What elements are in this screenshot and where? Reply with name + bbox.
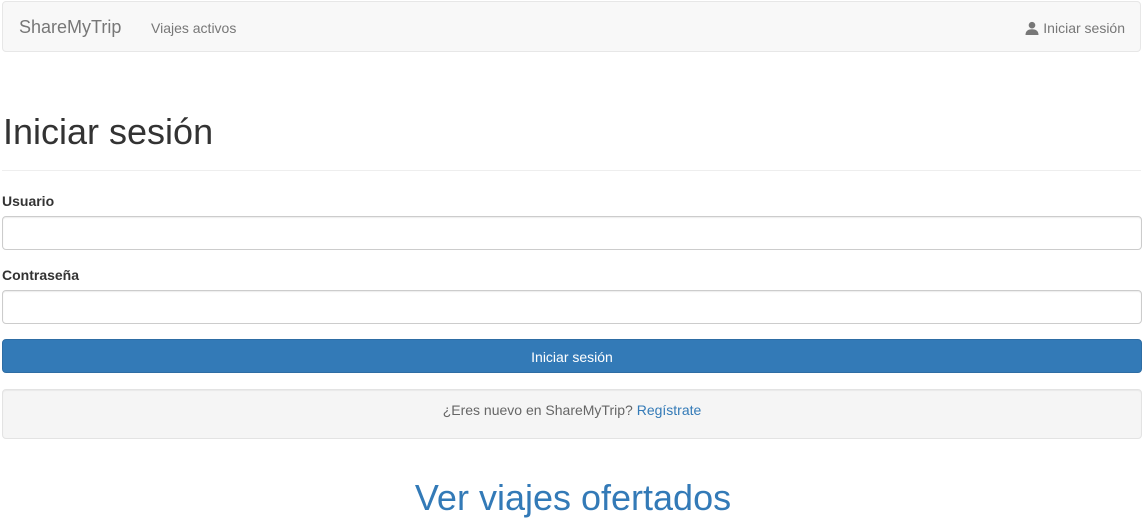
- username-label: Usuario: [2, 193, 55, 209]
- register-panel: ¿Eres nuevo en ShareMyTrip? Regístrate: [2, 389, 1142, 439]
- username-input[interactable]: [2, 216, 1142, 250]
- password-input[interactable]: [2, 290, 1142, 324]
- register-link[interactable]: Regístrate: [637, 402, 702, 418]
- nav-login-link[interactable]: Iniciar sesión: [1025, 19, 1125, 37]
- register-prompt: ¿Eres nuevo en ShareMyTrip?: [442, 402, 633, 418]
- nav-login-label: Iniciar sesión: [1043, 20, 1125, 36]
- password-label: Contraseña: [2, 267, 80, 283]
- nav-link-active-trips[interactable]: Viajes activos: [151, 19, 236, 37]
- view-offered-trips-link[interactable]: Ver viajes ofertados: [0, 476, 1146, 520]
- navbar: ShareMyTrip Viajes activos Iniciar sesió…: [2, 1, 1141, 52]
- login-submit-button[interactable]: Iniciar sesión: [2, 339, 1142, 373]
- brand-link[interactable]: ShareMyTrip: [19, 17, 121, 37]
- title-divider: [2, 170, 1141, 171]
- page-title: Iniciar sesión: [3, 111, 214, 152]
- user-icon: [1025, 21, 1039, 35]
